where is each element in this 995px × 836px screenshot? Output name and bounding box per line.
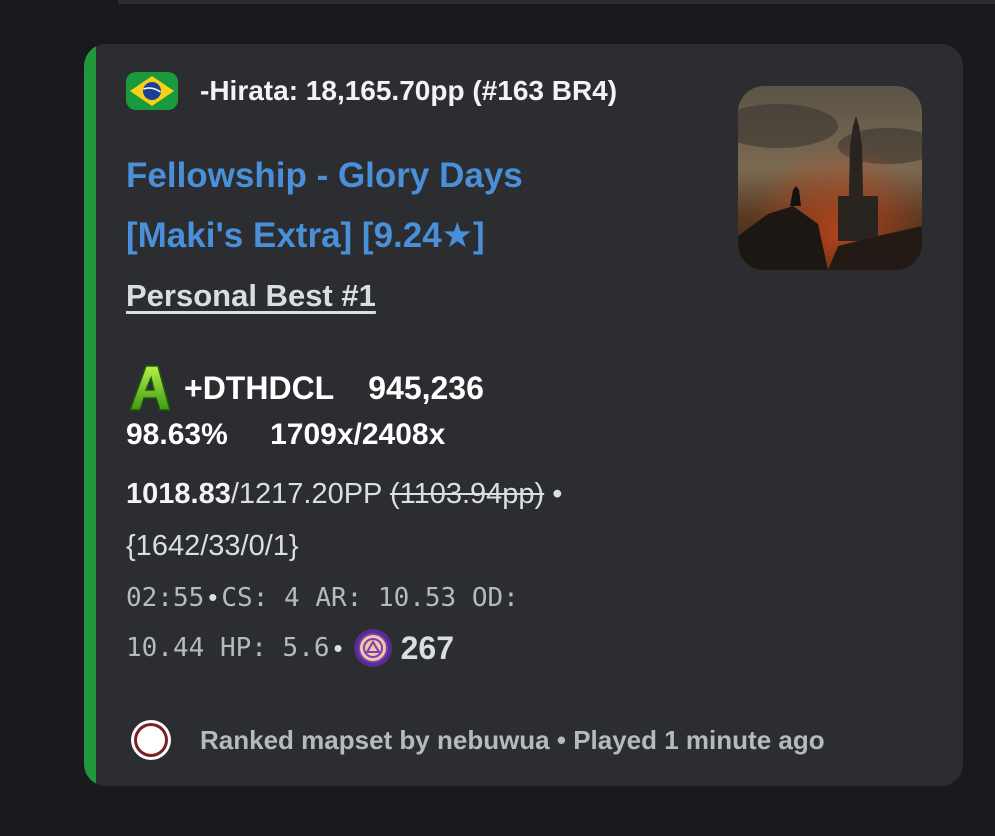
beatmap-od-label: OD: [471,583,519,613]
beatmap-max-combo: 267 [400,629,455,666]
osu-ranked-icon [131,720,171,760]
beatmap-stats-line1: 02:55 • CS: 4 AR: 10.53 OD: [126,582,519,613]
score-grade-row: +DTHDCL 945,236 [126,364,484,412]
previous-message-edge [118,0,995,4]
embed-accent-bar [84,44,96,786]
brazil-flag-icon [126,72,178,110]
bullet-separator: • [333,632,343,663]
score-embed: -Hirata: 18,165.70pp (#163 BR4) Fellowsh… [84,44,963,786]
author-name[interactable]: -Hirata: 18,165.70pp (#163 BR4) [200,75,617,107]
beatmap-cs: CS: 4 [221,583,300,613]
score-accuracy: 98.63% [126,418,228,451]
bullet-separator: • [552,478,563,510]
beatmap-title-line2[interactable]: [Maki's Extra] [9.24★] [126,206,686,266]
pp-row: 1018.83/1217.20PP (1103.94pp) • [126,478,562,511]
score-pp-max: /1217.20PP [230,478,382,510]
osu-combo-icon [353,629,392,667]
beatmap-length: 02:55 [126,583,205,613]
beatmap-od-value: 10.44 [126,633,205,663]
embed-author[interactable]: -Hirata: 18,165.70pp (#163 BR4) [126,70,617,112]
beatmap-stats-line2: 10.44 HP: 5.6 • 267 [126,624,454,672]
bullet-separator: • [208,582,218,612]
personal-best-link[interactable]: Personal Best #1 [126,278,376,314]
score-mods: +DTHDCL [184,369,335,406]
beatmap-ar: AR: 10.53 [315,583,457,613]
score-pp: 1018.83 [126,478,231,510]
score-hits: {1642/33/0/1} [126,530,299,562]
score-pp-old: (1103.94pp) [389,478,545,510]
beatmap-title-line1[interactable]: Fellowship - Glory Days [126,146,686,206]
accuracy-combo-row: 98.63% 1709x/2408x [126,418,445,452]
embed-footer: Ranked mapset by nebuwua • Played 1 minu… [130,720,825,760]
beatmap-hp: HP: 5.6 [219,633,330,663]
score-combo: 1709x/2408x [270,418,446,451]
score-total: 945,236 [368,369,484,406]
beatmap-thumbnail[interactable] [738,86,922,270]
beatmap-title-link[interactable]: Fellowship - Glory Days [Maki's Extra] [… [126,146,686,266]
footer-text: Ranked mapset by nebuwua • Played 1 minu… [200,724,825,755]
grade-a-icon [128,365,171,411]
